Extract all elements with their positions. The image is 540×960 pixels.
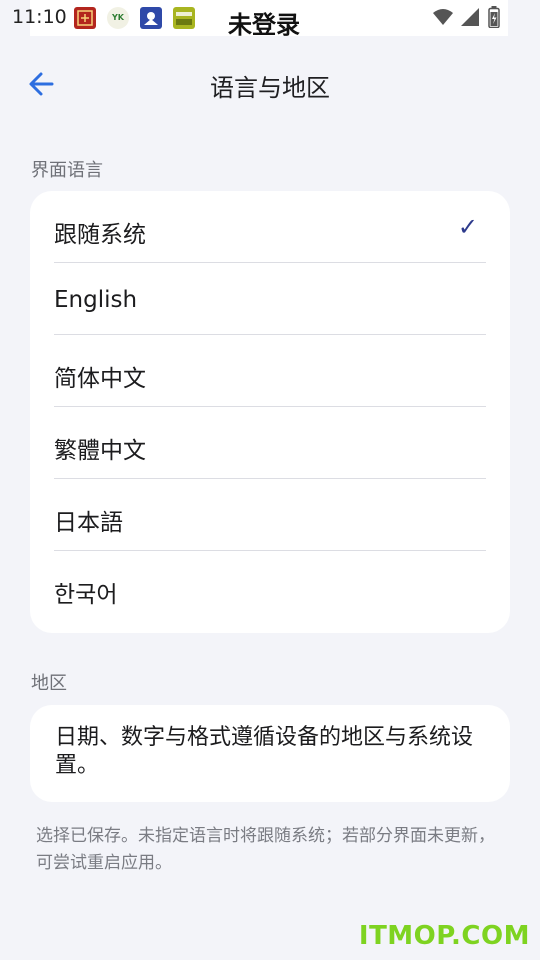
language-option-label: 日本語	[54, 510, 123, 536]
status-time: 11:10	[12, 6, 67, 28]
language-option-follow-system[interactable]: 跟随系统 ✓	[30, 191, 510, 263]
app-notification-blue-icon	[140, 7, 162, 29]
wifi-icon	[433, 9, 453, 25]
watermark-logo: ITMOP.COM	[358, 921, 530, 951]
status-bar: 11:10 YK 未登录	[0, 0, 540, 36]
section-label-region: 地区	[31, 673, 67, 694]
signal-icon	[461, 8, 479, 26]
language-option-japanese[interactable]: 日本語	[30, 479, 510, 551]
region-card: 日期、数字与格式遵循设备的地区与系统设置。	[30, 705, 510, 802]
battery-icon	[488, 6, 500, 28]
checkmark-icon: ✓	[457, 213, 478, 241]
section-label-interface-language: 界面语言	[31, 160, 103, 181]
app-bar: 语言与地区	[0, 50, 540, 118]
language-option-simplified-chinese[interactable]: 简体中文	[30, 335, 510, 407]
language-option-label: 한국어	[54, 582, 118, 608]
language-option-label: 繁體中文	[54, 438, 146, 464]
notification-title: 未登录	[228, 11, 300, 36]
app-notification-green-icon	[173, 7, 195, 29]
language-option-korean[interactable]: 한국어	[30, 551, 510, 623]
app-notification-yk-icon: YK	[107, 7, 129, 29]
language-list-card: 跟随系统 ✓ English 简体中文 繁體中文 日本語 한국어	[30, 191, 510, 633]
language-option-english[interactable]: English	[30, 263, 510, 335]
page-title: 语言与地区	[210, 74, 330, 102]
language-option-label: English	[54, 287, 138, 313]
language-option-label: 跟随系统	[54, 222, 146, 248]
app-notification-red-icon	[74, 7, 96, 29]
footnote: 选择已保存。未指定语言时将跟随系统；若部分界面未更新，可尝试重启应用。	[36, 826, 495, 873]
language-option-label: 简体中文	[54, 366, 146, 392]
language-option-traditional-chinese[interactable]: 繁體中文	[30, 407, 510, 479]
region-description: 日期、数字与格式遵循设备的地区与系统设置。	[55, 725, 474, 778]
